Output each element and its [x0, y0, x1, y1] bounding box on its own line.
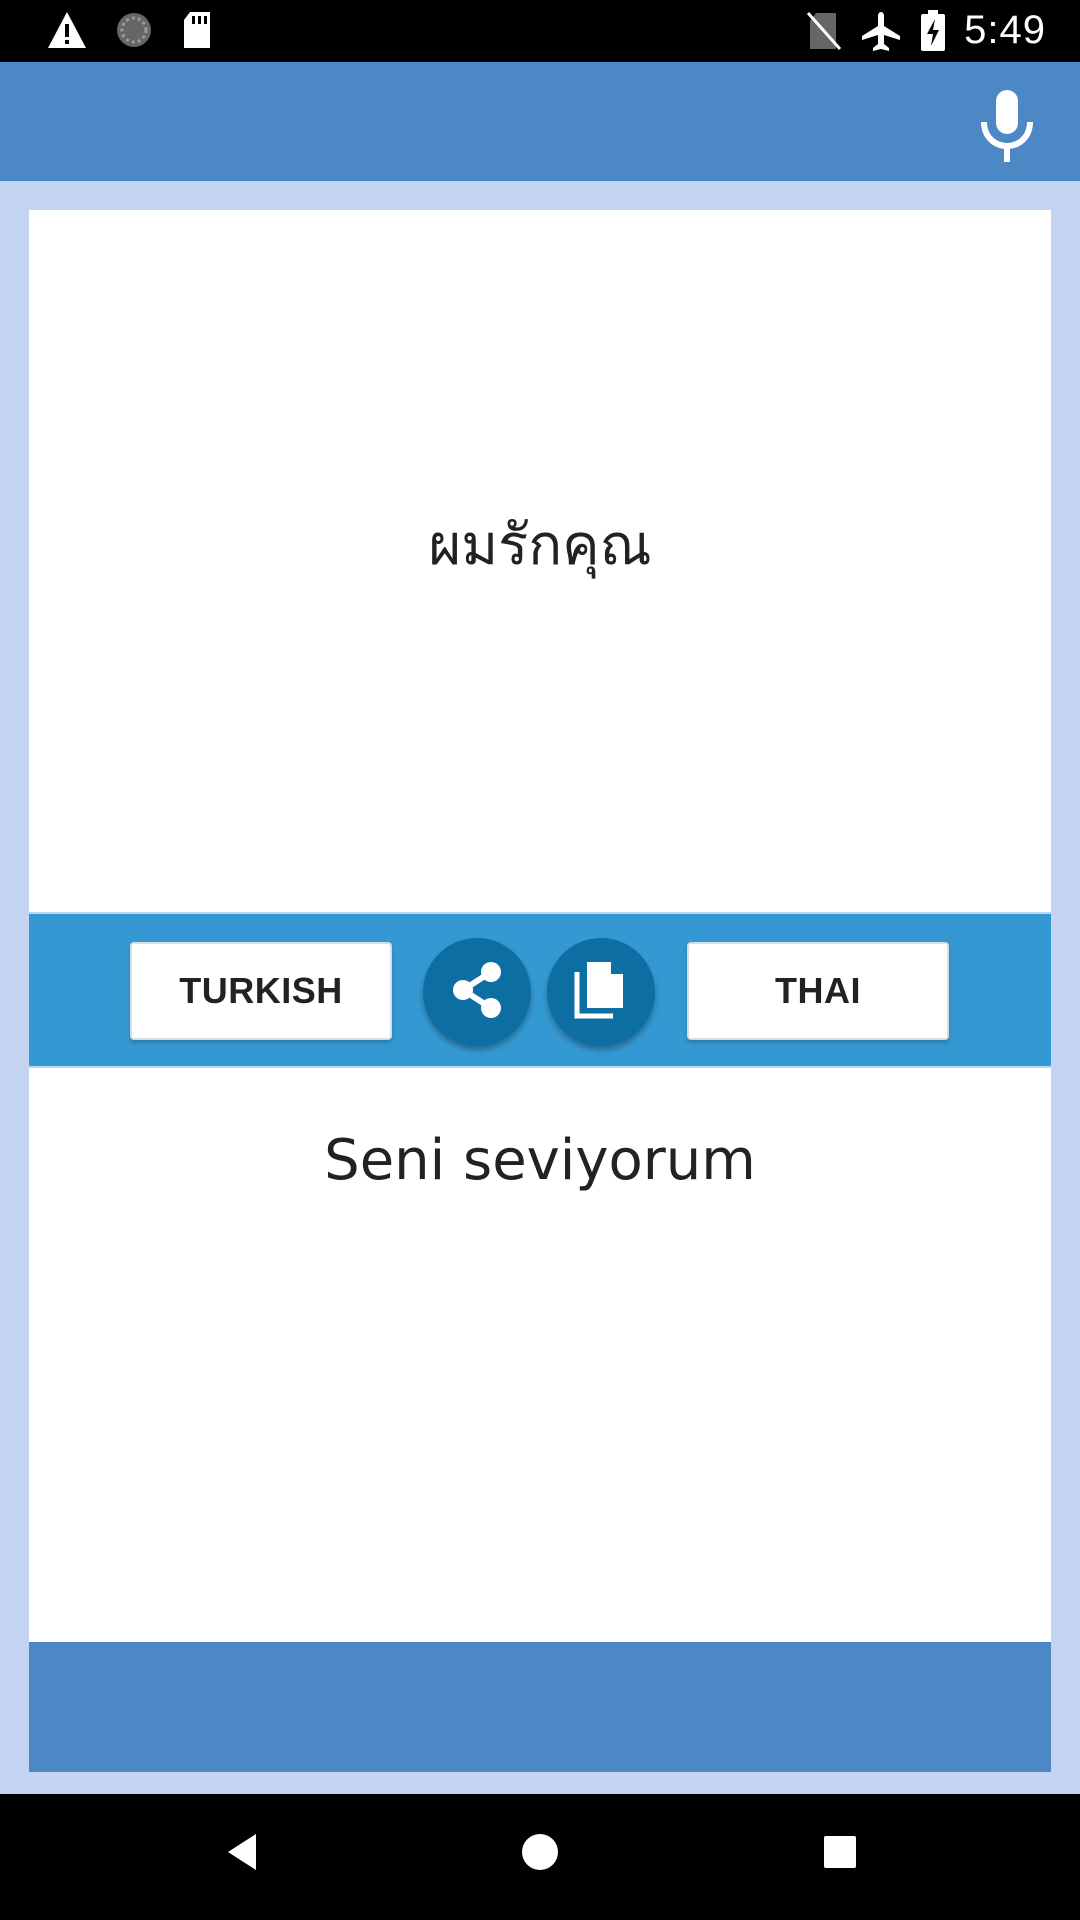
source-text: ผมรักคุณ — [428, 512, 652, 578]
copy-icon — [573, 960, 629, 1025]
share-button[interactable] — [423, 938, 531, 1046]
target-language-button[interactable]: THAI — [687, 942, 949, 1040]
back-button[interactable] — [222, 1830, 262, 1879]
recents-icon — [820, 1836, 860, 1878]
status-right-icons: 5:49 — [806, 8, 1046, 53]
home-icon — [518, 1834, 562, 1878]
target-text-panel[interactable]: Seni seviyorum — [29, 1068, 1051, 1642]
app-bar — [0, 62, 1080, 181]
translation-toolbar: TURKISH THAI — [29, 912, 1051, 1068]
microphone-button[interactable] — [974, 88, 1040, 164]
microphone-icon — [974, 90, 1040, 168]
no-sim-icon — [806, 11, 842, 51]
airplane-icon — [860, 10, 902, 52]
sd-card-icon — [180, 10, 214, 50]
back-icon — [222, 1834, 262, 1878]
status-left-icons — [46, 10, 214, 50]
share-icon — [445, 958, 509, 1027]
source-language-button[interactable]: TURKISH — [130, 942, 392, 1040]
status-bar: 5:49 — [0, 0, 1080, 62]
navigation-bar — [0, 1794, 1080, 1920]
sync-icon — [114, 10, 154, 50]
clock: 5:49 — [964, 8, 1046, 52]
target-text: Seni seviyorum — [324, 1128, 756, 1193]
source-text-panel[interactable]: ผมรักคุณ — [29, 210, 1051, 912]
warning-icon — [46, 10, 88, 50]
recents-button[interactable] — [820, 1830, 860, 1879]
battery-charging-icon — [920, 9, 946, 52]
copy-button[interactable] — [547, 938, 655, 1046]
home-button[interactable] — [518, 1830, 562, 1879]
banner-area — [29, 1642, 1051, 1772]
